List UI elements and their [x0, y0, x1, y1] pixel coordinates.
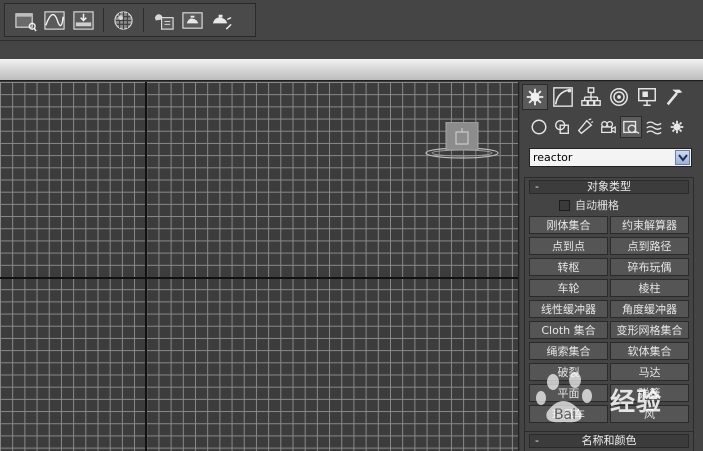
autogrid-row[interactable]: 自动栅格 — [525, 196, 693, 214]
tab-create[interactable] — [522, 84, 548, 110]
tab-hierarchy[interactable] — [578, 84, 604, 110]
render-icon — [182, 11, 203, 29]
curve-editor-button[interactable] — [42, 8, 67, 33]
render-production-icon — [212, 14, 232, 30]
object-type-button[interactable]: 绳索集合 — [529, 342, 608, 360]
rollout-toggle[interactable]: - — [535, 181, 539, 193]
dope-sheet-button[interactable] — [71, 8, 96, 33]
secondary-toolbar — [0, 40, 703, 59]
scene-explorer-button[interactable] — [13, 8, 38, 33]
perspective-viewport[interactable] — [0, 82, 519, 451]
scene-explorer-icon — [15, 12, 37, 31]
object-type-button[interactable]: 约束解算器 — [610, 216, 689, 234]
render-production-button[interactable] — [209, 8, 234, 33]
name-and-color-rollout: - 名称和颜色 — [524, 431, 694, 451]
tab-utilities[interactable] — [662, 84, 688, 110]
tab-geometry[interactable] — [528, 116, 550, 138]
rollout-toggle[interactable]: - — [535, 435, 539, 447]
object-type-button[interactable]: 点到点 — [529, 237, 608, 255]
render-button[interactable] — [180, 8, 205, 33]
tab-shapes[interactable] — [551, 116, 573, 138]
reactor-helper-icon[interactable] — [424, 122, 500, 162]
material-editor-button[interactable] — [111, 8, 136, 33]
render-frame-icon — [154, 13, 174, 30]
tab-modify[interactable] — [550, 84, 576, 110]
object-type-button[interactable]: Cloth 集合 — [529, 321, 608, 339]
category-dropdown[interactable]: reactor — [529, 148, 692, 167]
curve-editor-icon — [44, 10, 65, 30]
name-and-color-rollout-header[interactable]: - 名称和颜色 — [529, 434, 689, 448]
object-type-button[interactable]: 软体集合 — [610, 342, 689, 360]
rollout-title: 名称和颜色 — [581, 434, 637, 447]
tab-space-warps[interactable] — [643, 116, 665, 138]
motion-icon — [610, 88, 628, 106]
toolbar-separator — [143, 8, 144, 32]
create-icon — [526, 88, 544, 106]
command-panel-tabs — [520, 82, 703, 112]
object-type-button[interactable]: 碎布玩偶 — [610, 258, 689, 276]
space-warp-icon — [646, 121, 662, 135]
display-icon — [638, 88, 656, 106]
ribbon-bar[interactable] — [0, 59, 703, 81]
light-icon — [577, 118, 594, 135]
object-type-button[interactable]: 棱柱 — [610, 279, 689, 297]
render-setup-icon — [73, 10, 94, 30]
object-type-button[interactable]: 变形网格集合 — [610, 321, 689, 339]
category-dropdown-value: reactor — [533, 151, 573, 164]
grid-axis-vertical — [145, 82, 147, 451]
tab-motion[interactable] — [606, 84, 632, 110]
tab-display[interactable] — [634, 84, 660, 110]
grid-axis-horizontal — [0, 277, 518, 279]
watermark-text: 经验 — [610, 387, 663, 416]
svg-text:Bai: Bai — [554, 407, 576, 423]
shapes-icon — [555, 120, 569, 134]
rollout-title: 对象类型 — [587, 180, 631, 193]
tab-systems[interactable] — [666, 116, 688, 138]
tab-helpers[interactable] — [620, 116, 642, 138]
create-category-tabs — [520, 115, 703, 139]
main-toolbar — [4, 3, 256, 37]
hammer-icon — [666, 89, 683, 106]
tab-lights[interactable] — [574, 116, 596, 138]
camera-icon — [601, 120, 616, 134]
dropdown-arrow-button[interactable] — [675, 150, 690, 165]
toolbar-area — [0, 0, 703, 40]
object-type-rollout-header[interactable]: - 对象类型 — [529, 180, 689, 194]
chevron-down-icon — [677, 153, 688, 162]
object-type-button[interactable]: 角度缓冲器 — [610, 300, 689, 318]
toolbar-separator — [103, 8, 104, 32]
sphere-icon — [531, 119, 547, 135]
object-type-button[interactable]: 点到路径 — [610, 237, 689, 255]
object-type-button[interactable]: 刚体集合 — [529, 216, 608, 234]
hierarchy-icon — [581, 87, 601, 106]
autogrid-label: 自动栅格 — [575, 199, 619, 212]
render-frame-button[interactable] — [151, 8, 176, 33]
object-type-button[interactable]: 线性缓冲器 — [529, 300, 608, 318]
object-type-button[interactable]: 转枢 — [529, 258, 608, 276]
helper-tape-icon — [623, 120, 640, 134]
autogrid-checkbox[interactable] — [559, 199, 570, 211]
modify-icon — [553, 87, 573, 107]
tab-cameras[interactable] — [597, 116, 619, 138]
material-editor-icon — [114, 10, 133, 30]
object-type-button[interactable]: 车轮 — [529, 279, 608, 297]
gear-icon — [670, 120, 684, 134]
